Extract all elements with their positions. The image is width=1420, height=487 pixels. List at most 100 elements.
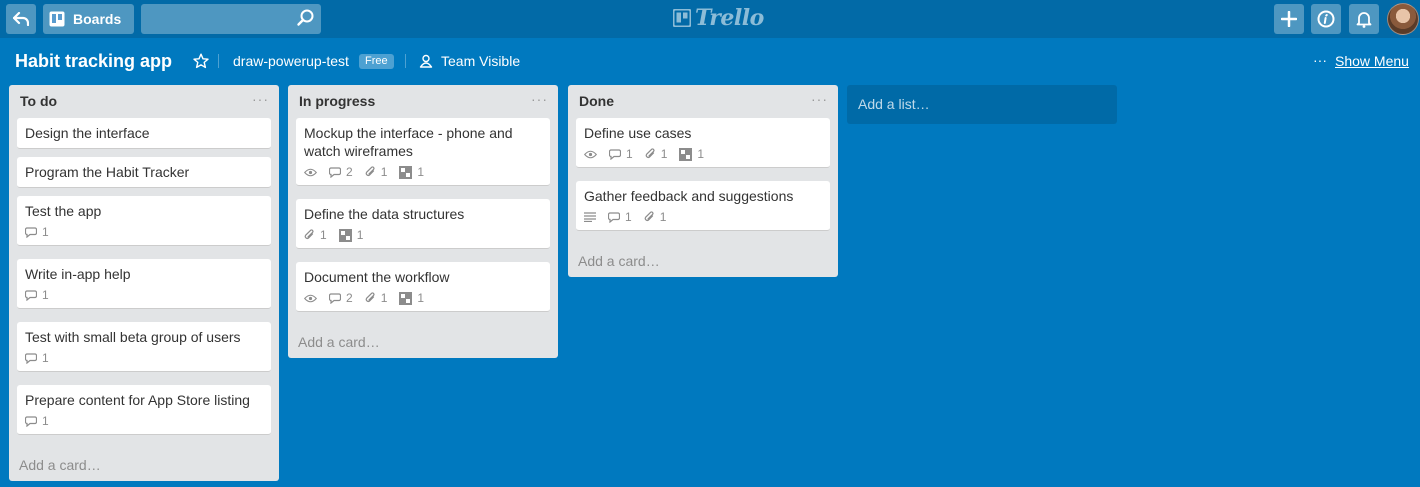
attachment-icon	[644, 211, 654, 221]
comment-count: 1	[42, 414, 49, 428]
comment-icon	[608, 211, 620, 223]
checklist-count: 1	[356, 228, 364, 242]
card-title: Test the app	[25, 203, 102, 219]
attachment-count: 1	[659, 210, 667, 224]
card[interactable]: Mockup the interface - phone and watch w…	[296, 118, 550, 186]
checklist-count: 1	[697, 147, 705, 161]
info-icon	[1317, 10, 1335, 28]
card-title: Test with small beta group of users	[25, 329, 241, 345]
attachment-icon	[645, 148, 655, 158]
comment-count: 1	[625, 210, 632, 224]
card-title: Program the Habit Tracker	[25, 164, 190, 180]
list-done: Done ··· Define use cases 1 1 1 Gather f…	[568, 85, 838, 277]
watch-icon	[304, 294, 317, 302]
visibility-button[interactable]: Team Visible	[441, 53, 520, 69]
card[interactable]: Test with small beta group of users 1	[17, 322, 271, 372]
trello-logo-icon	[673, 9, 691, 27]
list-menu-icon[interactable]: ···	[811, 91, 828, 107]
comment-icon	[25, 352, 37, 364]
attachment-icon	[365, 166, 375, 176]
boards-button[interactable]: Boards	[43, 4, 134, 34]
comment-count: 1	[42, 225, 49, 239]
card[interactable]: Test the app 1	[17, 196, 271, 246]
add-card-link[interactable]: Add a card…	[578, 253, 660, 269]
card[interactable]: Define use cases 1 1 1	[576, 118, 830, 168]
plus-icon	[1281, 11, 1297, 27]
back-button[interactable]	[6, 4, 36, 34]
trello-logo[interactable]: Trello	[673, 5, 764, 31]
back-arrow-icon	[13, 12, 29, 26]
search-icon[interactable]	[296, 8, 316, 28]
checklist-icon	[399, 291, 413, 305]
list-to-do: To do ··· Design the interface Program t…	[9, 85, 279, 481]
notifications-button[interactable]	[1349, 4, 1379, 34]
checklist-count: 1	[417, 165, 425, 179]
card-title: Define use cases	[584, 125, 692, 141]
card[interactable]: Define the data structures 1 1	[296, 199, 550, 249]
logo-text: Trello	[695, 5, 764, 31]
top-header: Boards Trello	[0, 0, 1420, 38]
checklist-count: 1	[417, 291, 425, 305]
add-card-link[interactable]: Add a card…	[19, 457, 101, 473]
comment-count: 1	[626, 147, 633, 161]
org-name[interactable]: draw-powerup-test	[233, 53, 349, 69]
card-title: Document the workflow	[304, 269, 450, 285]
watch-icon	[304, 168, 317, 176]
boards-label: Boards	[73, 11, 122, 27]
card-title: Mockup the interface - phone and watch w…	[304, 125, 513, 159]
watch-icon	[584, 150, 597, 158]
list-title[interactable]: To do	[20, 93, 57, 109]
org-plan-badge: Free	[359, 54, 394, 69]
comment-icon	[25, 415, 37, 427]
list-in-progress: In progress ··· Mockup the interface - p…	[288, 85, 558, 358]
checklist-icon	[399, 165, 413, 179]
checklist-icon	[338, 228, 352, 242]
list-title[interactable]: In progress	[299, 93, 375, 109]
list-menu-icon[interactable]: ···	[252, 91, 269, 107]
user-avatar[interactable]	[1387, 3, 1419, 35]
team-icon	[419, 54, 433, 68]
comment-icon	[329, 166, 341, 178]
list-title[interactable]: Done	[579, 93, 614, 109]
description-icon	[584, 212, 596, 222]
attachment-icon	[304, 229, 314, 239]
add-card-link[interactable]: Add a card…	[298, 334, 380, 350]
card[interactable]: Program the Habit Tracker	[17, 157, 271, 188]
show-menu-link[interactable]: Show Menu	[1335, 53, 1409, 69]
search-input[interactable]	[141, 4, 321, 34]
comment-icon	[25, 289, 37, 301]
attachment-count: 1	[380, 291, 388, 305]
board-title[interactable]: Habit tracking app	[15, 51, 172, 72]
header-divider	[218, 54, 219, 68]
card-title: Gather feedback and suggestions	[584, 188, 794, 204]
header-divider	[405, 54, 406, 68]
card[interactable]: Design the interface	[17, 118, 271, 149]
card[interactable]: Prepare content for App Store listing 1	[17, 385, 271, 435]
comment-count: 1	[42, 351, 49, 365]
attachment-count: 1	[320, 228, 327, 242]
board-header: Habit tracking app draw-powerup-test Fre…	[0, 38, 1420, 84]
info-button[interactable]	[1311, 4, 1341, 34]
card[interactable]: Write in-app help 1	[17, 259, 271, 309]
list-menu-icon[interactable]: ···	[531, 91, 548, 107]
card-title: Define the data structures	[304, 206, 465, 222]
card-title: Design the interface	[25, 125, 150, 141]
add-button[interactable]	[1274, 4, 1304, 34]
comment-icon	[609, 148, 621, 160]
comment-count: 2	[346, 165, 353, 179]
attachment-icon	[365, 292, 375, 302]
comment-icon	[25, 226, 37, 238]
attachment-count: 1	[660, 147, 668, 161]
menu-dots-icon[interactable]: ···	[1313, 52, 1327, 68]
add-list-button[interactable]: Add a list…	[847, 85, 1117, 124]
card-title: Prepare content for App Store listing	[25, 392, 250, 408]
comment-count: 2	[346, 291, 353, 305]
card[interactable]: Gather feedback and suggestions 1 1	[576, 181, 830, 231]
comment-icon	[329, 292, 341, 304]
card[interactable]: Document the workflow 2 1 1	[296, 262, 550, 312]
attachment-count: 1	[380, 165, 388, 179]
star-icon[interactable]	[193, 53, 209, 69]
boards-icon	[49, 11, 65, 27]
card-title: Write in-app help	[25, 266, 131, 282]
bell-icon	[1356, 12, 1372, 28]
